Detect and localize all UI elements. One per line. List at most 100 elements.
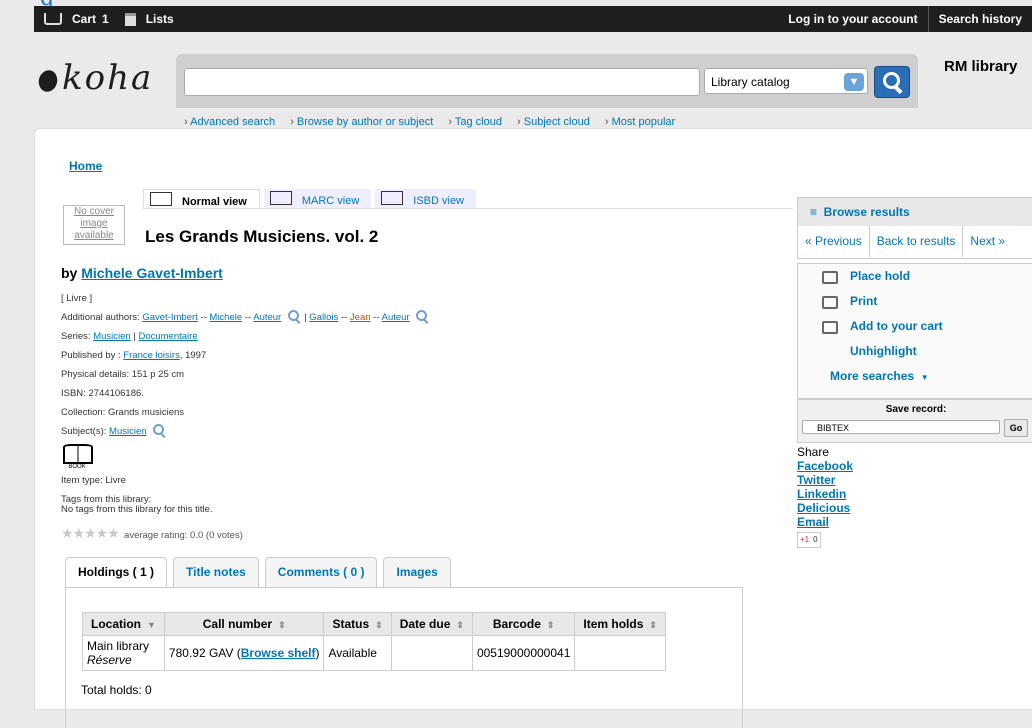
cell-location: Main library Réserve [82, 635, 165, 671]
browse-results-header[interactable]: ≡ Browse results [798, 198, 1032, 226]
author-link[interactable]: Michele Gavet-Imbert [81, 265, 223, 281]
series-link-2[interactable]: Documentaire [138, 331, 197, 342]
series-link-1[interactable]: Musicien [93, 331, 131, 342]
addl-author-1-role[interactable]: Auteur [253, 312, 281, 323]
collection-value: Grands musiciens [108, 407, 185, 418]
print-action[interactable]: Print [798, 289, 1032, 314]
share-email-link[interactable]: Email [797, 515, 853, 529]
lists-icon [124, 12, 136, 26]
tab-normal-view[interactable]: Normal view [143, 189, 260, 208]
separator: | [133, 331, 136, 342]
next-link[interactable]: Next » [963, 226, 1012, 257]
share-delicious-link[interactable]: Delicious [797, 501, 853, 515]
nav-subject-cloud[interactable]: Subject cloud [517, 116, 590, 128]
tab-title-notes[interactable]: Title notes [173, 557, 259, 588]
share-twitter-link[interactable]: Twitter [797, 473, 853, 487]
sort-desc-icon: ▼ [147, 620, 156, 630]
share-facebook-link[interactable]: Facebook [797, 459, 853, 473]
breadcrumb-home[interactable]: Home [69, 159, 102, 173]
back-to-results-link[interactable]: Back to results [870, 226, 964, 257]
login-link[interactable]: Log in to your account [778, 6, 927, 32]
google-plus-label: +1 [800, 535, 810, 544]
tab-comments[interactable]: Comments ( 0 ) [264, 557, 378, 588]
main-panel: Home No cover image available Normal vie… [34, 128, 1032, 728]
col-item-holds[interactable]: Item holds ⇕ [574, 612, 666, 636]
tags-empty: No tags from this library for this title… [61, 504, 213, 515]
cell-date-due [390, 635, 473, 671]
tab-marc-view[interactable]: MARC view [263, 189, 372, 208]
place-hold-label: Place hold [850, 269, 911, 283]
nav-most-popular[interactable]: Most popular [605, 116, 675, 128]
search-scope-value: Library catalog [711, 75, 790, 89]
isbn-value: 2744106186. [88, 388, 144, 399]
save-record-label: Save record: [885, 404, 947, 415]
cart-link[interactable]: Cart [72, 12, 96, 26]
tab-holdings[interactable]: Holdings ( 1 ) [65, 557, 167, 588]
search-history-link[interactable]: Search history [927, 6, 1032, 32]
google-plus-count: 0 [813, 535, 818, 544]
print-icon [822, 296, 838, 309]
more-searches-dropdown[interactable]: More searches ▼ [798, 364, 1032, 389]
col-date-due-label: Date due [399, 617, 451, 631]
search-area: Library catalog ▼ [176, 54, 918, 108]
search-subject-icon[interactable] [153, 424, 165, 435]
previous-link[interactable]: « Previous [798, 226, 870, 257]
col-status[interactable]: Status ⇕ [323, 612, 392, 636]
add-to-cart-action[interactable]: Add to your cart [798, 314, 1032, 339]
unhighlight-action[interactable]: Unhighlight [798, 339, 1032, 364]
search-scope-select[interactable]: Library catalog ▼ [704, 68, 868, 94]
isbn-label: ISBN: [61, 388, 86, 399]
tab-isbd-view[interactable]: ISBD view [375, 189, 477, 208]
call-number-value: 780.92 GAV [168, 646, 234, 660]
place-hold-icon [822, 271, 838, 284]
holdings-header-row: Location ▼ Call number ⇕ Status ⇕ Date due ⇕… [82, 612, 666, 636]
search-author-2-icon[interactable] [416, 310, 428, 321]
collection-line: Collection: Grands musiciens [61, 403, 427, 422]
location-name: Main library [87, 639, 150, 653]
no-cover-image[interactable]: No cover image available [63, 205, 125, 245]
browse-shelf-link[interactable]: Browse shelf [241, 646, 316, 660]
sort-icon: ⇕ [456, 620, 464, 630]
search-button[interactable] [874, 66, 910, 98]
cell-barcode: 00519000000041 [471, 635, 576, 671]
col-date-due[interactable]: Date due ⇕ [390, 612, 473, 636]
browse-nav: « Previous Back to results Next » [798, 226, 1032, 257]
addl-author-1-last[interactable]: Gavet-Imbert [142, 312, 197, 323]
print-label: Print [850, 294, 878, 308]
col-location[interactable]: Location ▼ [82, 612, 165, 636]
col-location-label: Location [91, 617, 141, 631]
addl-author-2-last[interactable]: Gallois [309, 312, 338, 323]
share-linkedin-link[interactable]: Linkedin [797, 487, 853, 501]
nav-advanced-search[interactable]: Advanced search [184, 116, 275, 128]
nav-tag-cloud[interactable]: Tag cloud [448, 116, 502, 128]
published-line: Published by : France loisirs, 1997 [61, 346, 427, 365]
addl-author-2-role[interactable]: Auteur [382, 312, 410, 323]
lists-link[interactable]: Lists [146, 12, 174, 26]
place-hold-action[interactable]: Place hold [798, 264, 1032, 289]
col-item-holds-label: Item holds [583, 617, 644, 631]
col-barcode-label: Barcode [492, 617, 541, 631]
tab-images[interactable]: Images [383, 557, 451, 588]
addl-author-1-first[interactable]: Michele [209, 312, 242, 323]
logo-text: koha [62, 58, 154, 98]
col-barcode[interactable]: Barcode ⇕ [471, 612, 576, 636]
chevron-down-icon[interactable]: ▼ [844, 73, 864, 91]
rating-stars-icon[interactable]: ★★★★★ [61, 525, 120, 541]
save-format-select[interactable]: BIBTEX [802, 420, 1000, 434]
isbd-view-label: ISBD view [413, 195, 465, 207]
save-go-button[interactable]: Go [1004, 419, 1028, 437]
search-author-1-icon[interactable] [287, 310, 299, 321]
subject-link[interactable]: Musicien [109, 426, 147, 437]
addl-author-2-first[interactable]: Jean [350, 312, 371, 323]
normal-view-label: Normal view [182, 196, 247, 208]
koha-logo[interactable]: koha [34, 58, 154, 98]
publisher-link[interactable]: France loisirs [123, 350, 180, 361]
search-input[interactable] [184, 68, 700, 96]
google-plus-button[interactable]: +1 0 [797, 532, 821, 548]
col-call-number[interactable]: Call number ⇕ [163, 612, 325, 636]
dash: -- [340, 312, 348, 323]
sort-icon: ⇕ [649, 620, 657, 630]
sort-icon: ⇕ [546, 620, 555, 630]
nav-browse[interactable]: Browse by author or subject [290, 116, 433, 128]
view-tabs: Normal view MARC view ISBD view [143, 189, 793, 209]
